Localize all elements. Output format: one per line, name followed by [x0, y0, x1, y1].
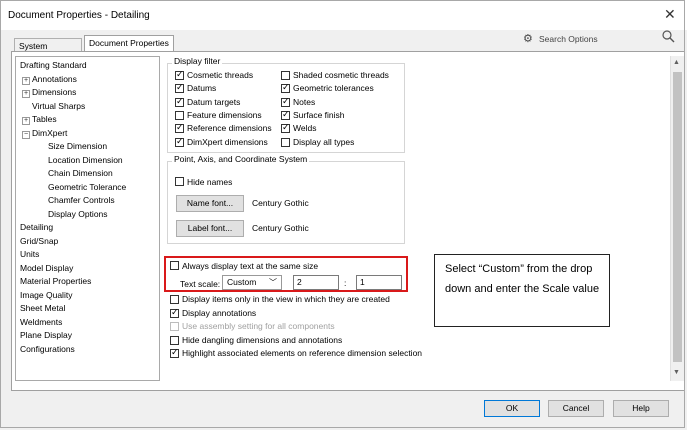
display-filter-left-item-checkbox[interactable]: [175, 82, 184, 94]
display-filter-left-item-label: Feature dimensions: [187, 109, 262, 120]
display-filter-right-item-checkbox[interactable]: [281, 82, 290, 94]
scroll-thumb[interactable]: [673, 72, 682, 362]
tree-item[interactable]: Virtual Sharps: [32, 101, 85, 111]
tree-expander-icon[interactable]: +: [22, 90, 30, 98]
display-filter-right-item-checkbox[interactable]: [281, 137, 290, 147]
display-filter-left-item-label: Datum targets: [187, 96, 241, 107]
hide-names-label: Hide names: [187, 177, 233, 187]
help-button[interactable]: Help: [613, 400, 669, 417]
display-filter-right-item-label: Display all types: [293, 136, 355, 147]
tree-item[interactable]: Sheet Metal: [20, 303, 65, 313]
display-filter-right-item-checkbox[interactable]: [281, 71, 290, 80]
point-axis-label: Point, Axis, and Coordinate System: [172, 154, 310, 164]
tree-item[interactable]: Size Dimension: [48, 141, 107, 151]
option-item-checkbox[interactable]: [170, 335, 179, 345]
tree-expander-icon[interactable]: +: [22, 117, 30, 125]
display-filter-right-item-checkbox[interactable]: [281, 96, 290, 107]
search-input[interactable]: Search Options: [539, 34, 598, 44]
tree-item[interactable]: Chamfer Controls: [48, 195, 115, 205]
tree-item[interactable]: Model Display: [20, 263, 73, 273]
display-filter-right-item-label: Welds: [293, 123, 317, 134]
display-filter-right-item-checkbox[interactable]: [281, 122, 290, 134]
tree-item[interactable]: Tables: [32, 114, 57, 124]
display-filter-left-item-checkbox[interactable]: [175, 69, 184, 80]
vertical-scrollbar[interactable]: ▲ ▼: [670, 56, 684, 381]
option-item-checkbox[interactable]: [170, 307, 179, 318]
option-item-label: Highlight associated elements on referen…: [182, 348, 423, 358]
tree-item[interactable]: Location Dimension: [48, 155, 123, 165]
name-font-button[interactable]: Name font...: [176, 195, 244, 212]
hide-names-checkbox[interactable]: [175, 177, 184, 186]
instruction-callout: Select “Custom” from the drop down and e…: [434, 254, 610, 327]
display-filter-left-item-label: Datums: [187, 83, 217, 94]
cancel-button[interactable]: Cancel: [548, 400, 604, 417]
tree-item[interactable]: Chain Dimension: [48, 168, 113, 178]
tree-item[interactable]: Configurations: [20, 344, 75, 354]
option-item-label: Hide dangling dimensions and annotations: [182, 334, 343, 345]
display-filter-right-item-label: Surface finish: [293, 109, 345, 120]
label-font-button[interactable]: Label font...: [176, 220, 244, 237]
display-filter-left-item-label: Cosmetic threads: [187, 70, 254, 80]
window-title: Document Properties - Detailing: [8, 10, 150, 21]
highlight-box: [164, 256, 408, 292]
tree-expander-icon[interactable]: −: [22, 130, 30, 139]
tab-system-options[interactable]: System Options: [14, 38, 82, 65]
option-item-label: Display annotations: [182, 307, 257, 318]
display-filter-label: Display filter: [172, 56, 223, 66]
tab-document-properties[interactable]: Document Properties: [84, 35, 174, 51]
option-item-label: Use assembly setting for all components: [182, 321, 335, 331]
tree-item[interactable]: Image Quality: [20, 290, 72, 300]
tree-expander-icon[interactable]: +: [22, 76, 30, 85]
tree-item[interactable]: Material Properties: [20, 276, 91, 286]
tree-item[interactable]: Display Options: [48, 209, 108, 219]
display-filter-right-item-label: Notes: [293, 96, 316, 107]
scroll-up-icon[interactable]: ▲: [673, 59, 680, 66]
tree-item[interactable]: Plane Display: [20, 330, 72, 340]
tree-item[interactable]: Grid/Snap: [20, 236, 58, 246]
display-filter-left-item-label: Reference dimensions: [187, 123, 272, 134]
display-filter-left-item-checkbox[interactable]: [175, 136, 184, 147]
scroll-down-icon[interactable]: ▼: [673, 369, 680, 376]
display-filter-right-item-label: Shaded cosmetic threads: [293, 70, 389, 80]
search-icon[interactable]: [662, 30, 675, 46]
ok-button[interactable]: OK: [484, 400, 540, 417]
tree-item[interactable]: Drafting Standard: [20, 60, 87, 70]
close-icon[interactable]: ✕: [664, 6, 676, 23]
tree-item[interactable]: Geometric Tolerance: [48, 182, 126, 192]
label-font-value: Century Gothic: [252, 223, 309, 233]
display-filter-left-item-label: DimXpert dimensions: [187, 136, 268, 147]
option-item-checkbox[interactable]: [170, 347, 179, 358]
display-filter-left-item-checkbox[interactable]: [175, 110, 184, 120]
search-box[interactable]: ⚙ Search Options: [521, 30, 681, 48]
tree-item[interactable]: Dimensions: [32, 87, 76, 97]
tree-item[interactable]: Units: [20, 249, 39, 259]
display-filter-right-item-checkbox[interactable]: [281, 109, 290, 120]
name-font-value: Century Gothic: [252, 198, 309, 208]
option-item-label: Display items only in the view in which …: [182, 294, 390, 304]
display-filter-right-item-label: Geometric tolerances: [293, 83, 374, 94]
tree-item[interactable]: Detailing: [20, 222, 53, 232]
gear-icon[interactable]: ⚙: [523, 32, 533, 45]
tree-item[interactable]: Weldments: [20, 317, 62, 327]
option-item-checkbox[interactable]: [170, 295, 179, 304]
options-tree: Drafting Standard + Annotations + Dimensions…: [15, 56, 160, 381]
display-filter-left-item-checkbox[interactable]: [175, 122, 184, 134]
option-item-checkbox: [170, 322, 179, 331]
tree-item[interactable]: DimXpert: [32, 128, 67, 138]
display-filter-left-item-checkbox[interactable]: [175, 96, 184, 107]
tree-item[interactable]: Annotations: [32, 74, 77, 84]
